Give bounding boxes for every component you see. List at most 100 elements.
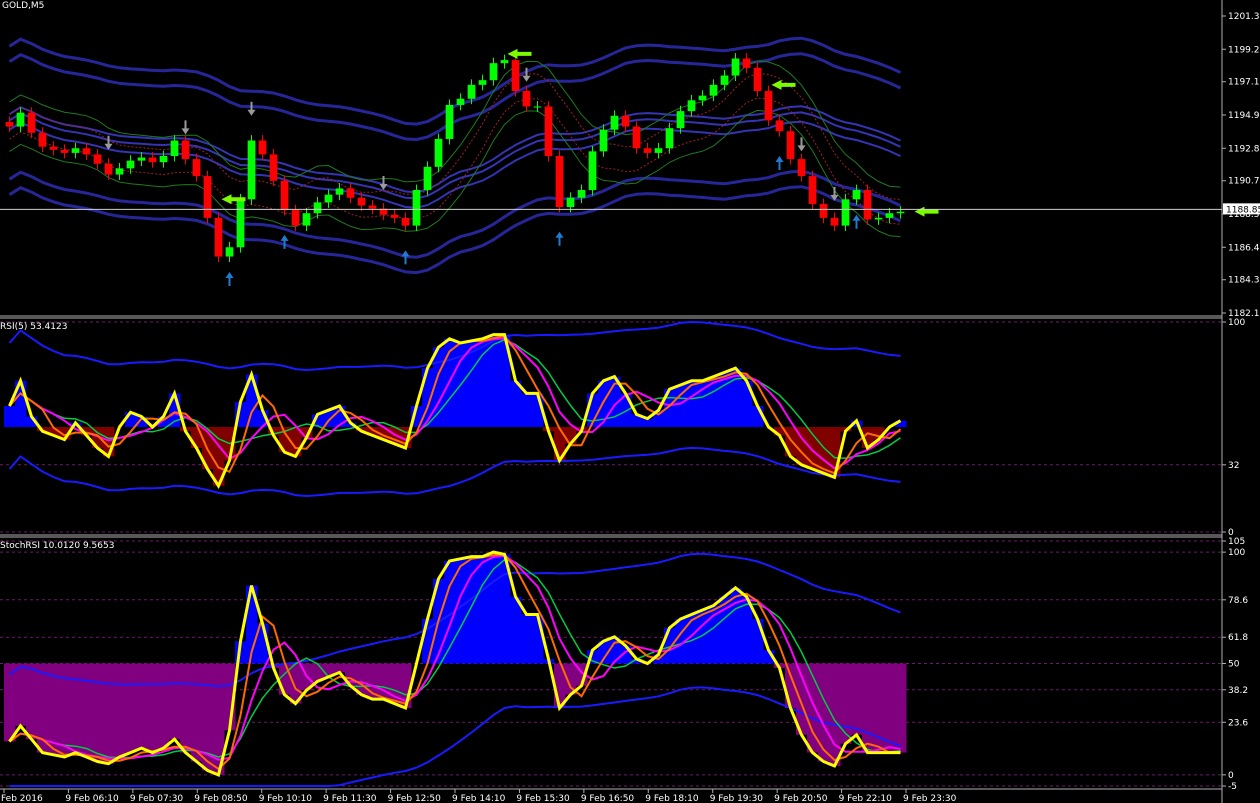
histogram-bar [26,663,38,740]
level-label: 50 [1228,660,1240,670]
up-arrow-signal [775,155,784,170]
candle-body [203,176,212,218]
histogram-bar [895,663,907,753]
histogram-bar [191,663,203,762]
candle-body [115,168,124,175]
time-label: 9 Feb 18:10 [645,794,699,803]
time-label: 9 Feb 07:30 [130,794,184,803]
candle-body [599,129,608,152]
histogram-bar [829,427,841,478]
histogram-bar [15,663,27,726]
price-tick-label: 1197.10 [1228,78,1260,88]
level-label: 105 [1228,537,1245,547]
price-tick-label: 1184.30 [1228,276,1260,286]
price-panel: 1201.35 1199.20 1197.10 1194.95 1192.80 1190.… [0,1,1260,319]
up-arrow-signal [852,214,861,229]
time-label: 9 Feb 23:30 [903,794,957,803]
candle-body [247,140,256,200]
candle-body [60,149,69,153]
candle-body [82,148,91,155]
candle-body [654,148,663,153]
candle-body [324,194,333,203]
level-label: 23.6 [1228,718,1248,728]
trading-chart[interactable]: 1201.35 1199.20 1197.10 1194.95 1192.80 1190.… [0,0,1260,803]
candle-body [467,84,476,99]
time-label: 9 Feb 19:30 [710,794,764,803]
candle-body [445,104,454,139]
histogram-bar [81,663,93,758]
histogram-bar [829,663,841,766]
price-panel-title: GOLD,M5 [2,1,44,11]
candle-body [786,131,795,160]
histogram-bar [862,663,874,753]
candle-body [423,166,432,191]
candle-body [225,247,234,257]
candle-body [544,106,553,156]
histogram-bar [70,663,82,753]
candle-body [577,190,586,198]
up-arrow-signal [225,272,234,287]
candle-body [357,197,366,206]
candle-body [192,159,201,177]
histogram-bar [136,663,148,749]
candle-body [27,112,36,133]
candle-body [412,190,421,226]
time-label: 9 Feb 06:10 [65,794,119,803]
candle-body [676,111,685,129]
candle-body [280,180,289,211]
histogram-bar [840,663,852,744]
time-axis: Feb 2016 9 Feb 06:10 9 Feb 07:30 9 Feb 08:5… [1,789,957,803]
level-label: -5 [1228,782,1237,792]
candle-body [291,210,300,226]
histogram-bar [532,614,544,664]
time-label: 9 Feb 16:50 [581,794,635,803]
candle-body [434,138,443,167]
candle-body [621,115,630,127]
time-label: 9 Feb 11:30 [323,794,377,803]
candle-body [500,60,509,64]
level-label: 0 [1228,771,1234,781]
outer-band-lower [8,169,902,259]
candle-body [489,63,498,81]
candle-body [709,84,718,96]
candle-body [313,202,322,214]
histogram-bar [521,614,533,664]
candle-body [742,58,751,68]
candle-body [819,203,828,218]
candle-body [566,197,575,208]
candle-body [764,91,773,121]
candle-body [874,217,883,220]
current-price-label: 1188.85 [1223,203,1260,215]
candle-body [170,140,179,156]
candle-body [643,148,652,153]
candle-body [302,213,311,226]
candle-body [104,163,113,175]
candle-body [16,112,25,127]
price-envelope-bands [8,36,902,275]
candle-body [478,80,487,85]
candle-body [522,91,531,107]
candle-body [5,121,14,127]
candle-body [368,205,377,209]
time-label: 9 Feb 15:30 [516,794,570,803]
candle-body [698,95,707,101]
histogram-bar [4,406,16,427]
candle-body [808,176,817,204]
candle-body [885,213,894,218]
histogram-bar [752,618,764,664]
candle-body [555,155,564,208]
time-label: 9 Feb 20:50 [774,794,828,803]
candle-body [159,155,168,163]
time-label: 9 Feb 10:10 [259,794,313,803]
candle-body [269,154,278,181]
time-label: Feb 2016 [1,794,43,803]
histogram-bar [4,663,16,742]
green-pointer-arrow [507,48,532,59]
candle-body [148,157,157,163]
price-tick-label: 1186.40 [1228,243,1260,253]
candle-body [665,128,674,149]
level-label: 100 [1228,548,1245,558]
down-arrow-signal [181,120,190,135]
histogram-bar [147,663,159,753]
histogram-bar [103,663,115,764]
